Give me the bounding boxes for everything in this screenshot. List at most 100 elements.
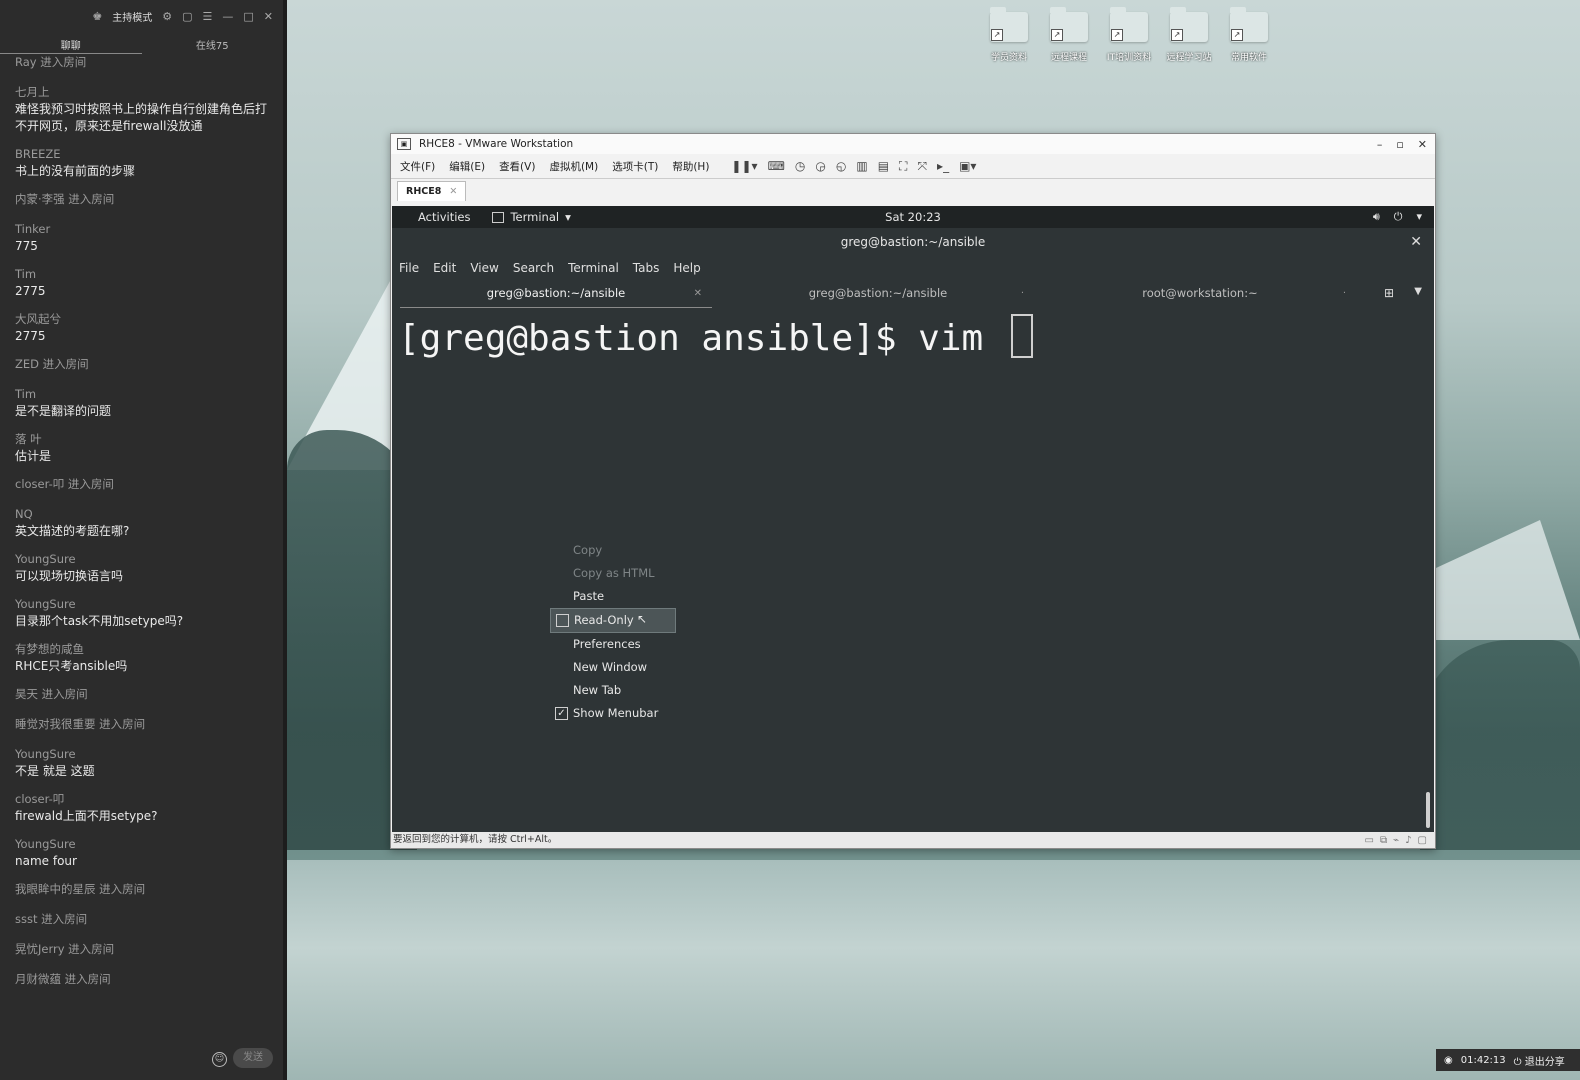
- menu-icon[interactable]: ☰: [203, 10, 213, 23]
- desktop-shortcut-label: 远程学习站: [1166, 53, 1212, 63]
- app-menu[interactable]: Terminal ▾: [492, 210, 571, 224]
- terminal-menu-edit[interactable]: Edit: [433, 261, 456, 275]
- chat-username[interactable]: Tim: [15, 266, 268, 283]
- pause-icon[interactable]: ❚❚▾: [731, 159, 757, 174]
- exit-share-label: 退出分享: [1524, 1056, 1565, 1068]
- close-icon[interactable]: ·: [1343, 280, 1346, 307]
- chat-username[interactable]: closer-叩: [15, 791, 268, 808]
- library-icon[interactable]: ▥: [856, 159, 867, 174]
- chat-message: 七月上 难怪我预习时按照书上的操作自行创建角色后打不开网页，原来还是firewal…: [15, 84, 268, 135]
- desktop-shortcut[interactable]: ↗ 远程学习站: [1166, 7, 1212, 63]
- terminal-menu-tabs[interactable]: Tabs: [633, 261, 660, 275]
- menu-file[interactable]: 文件(F): [400, 159, 435, 174]
- terminal-tab[interactable]: greg@bastion:~/ansible ·: [722, 280, 1034, 307]
- maximize-icon[interactable]: ▫: [1396, 138, 1403, 151]
- snapshot-manager-icon[interactable]: ◵: [836, 159, 846, 174]
- terminal-menu-help[interactable]: Help: [673, 261, 700, 275]
- hard-disk-icon[interactable]: ▭: [1365, 833, 1374, 849]
- desktop-shortcut[interactable]: ↗ 常用软件: [1227, 7, 1271, 63]
- close-icon[interactable]: ✕: [1410, 228, 1422, 256]
- context-new-window[interactable]: New Window: [550, 656, 676, 679]
- chat-username[interactable]: 七月上: [15, 84, 268, 101]
- terminal-menu-search[interactable]: Search: [513, 261, 554, 275]
- chat-text: 不是 就是 这题: [15, 764, 95, 778]
- sound-icon[interactable]: ♪: [1405, 833, 1411, 849]
- context-copy[interactable]: Copy: [550, 539, 676, 562]
- desktop-shortcut[interactable]: ↗ 学员资料: [987, 7, 1031, 63]
- context-preferences[interactable]: Preferences: [550, 633, 676, 656]
- close-icon[interactable]: ✕: [264, 10, 273, 23]
- snapshot-icon[interactable]: ◷: [795, 159, 805, 174]
- chat-username[interactable]: NQ: [15, 506, 268, 523]
- chat-username[interactable]: YoungSure: [15, 746, 268, 763]
- vm-tab[interactable]: RHCE8 ✕: [397, 181, 467, 201]
- menu-help[interactable]: 帮助(H): [672, 159, 709, 174]
- system-menu[interactable]: 🔊︎ ⏻ ▾: [1373, 210, 1434, 224]
- exit-share-button[interactable]: ⏻ 退出分享: [1514, 1053, 1565, 1068]
- terminal-menu-view[interactable]: View: [470, 261, 498, 275]
- folder-icon: ↗: [990, 7, 1028, 42]
- usb-icon[interactable]: ⌁: [1393, 833, 1399, 849]
- terminal-output[interactable]: [greg@bastion ansible]$ vim: [398, 314, 1033, 359]
- context-read-only[interactable]: Read-Only ↖: [550, 608, 676, 633]
- chat-username[interactable]: 落 叶: [15, 431, 268, 448]
- fullscreen-icon[interactable]: ⛶: [899, 159, 907, 174]
- terminal-tab[interactable]: root@workstation:~ ·: [1044, 280, 1356, 307]
- system-message: 月财微蕴 进入房间: [15, 972, 111, 986]
- terminal-menu-file[interactable]: File: [399, 261, 419, 275]
- send-button[interactable]: 发送: [233, 1048, 273, 1068]
- network-icon[interactable]: ⧉: [1380, 833, 1387, 849]
- display-icon[interactable]: ▢: [1418, 833, 1427, 849]
- chat-username[interactable]: Tinker: [15, 221, 268, 238]
- menu-view[interactable]: 查看(V): [499, 159, 535, 174]
- host-mode-label[interactable]: 主持模式: [112, 9, 152, 24]
- emoji-icon[interactable]: ☺: [212, 1052, 227, 1067]
- chat-username[interactable]: YoungSure: [15, 551, 268, 568]
- context-paste[interactable]: Paste: [550, 585, 676, 608]
- chat-username[interactable]: YoungSure: [15, 836, 268, 853]
- menu-vm[interactable]: 虚拟机(M): [549, 159, 598, 174]
- vmware-tabbar: RHCE8 ✕: [391, 178, 1435, 201]
- menu-tabs[interactable]: 选项卡(T): [612, 159, 658, 174]
- scrollbar[interactable]: [1426, 792, 1430, 828]
- context-new-tab[interactable]: New Tab: [550, 679, 676, 702]
- tab-chat[interactable]: 聊聊: [0, 32, 142, 54]
- chevron-down-icon[interactable]: ▼: [1414, 286, 1422, 297]
- close-icon[interactable]: ·: [1021, 280, 1024, 307]
- settings-icon[interactable]: ⚙: [162, 10, 172, 23]
- layout-icon[interactable]: ▢: [182, 10, 192, 23]
- desktop-shortcut[interactable]: ↗ IT培训资料: [1106, 7, 1152, 63]
- terminal-icon[interactable]: ▸_: [937, 159, 949, 174]
- chat-panel: ♚ 主持模式 ⚙ ▢ ☰ — □ ✕ 聊聊 在线75 Ray 进入房间 七月上 难怪…: [0, 0, 287, 1080]
- chat-username[interactable]: Tim: [15, 386, 268, 403]
- close-icon[interactable]: ✕: [449, 186, 457, 197]
- chat-username[interactable]: 有梦想的咸鱼: [15, 641, 268, 658]
- terminal-tab[interactable]: greg@bastion:~/ansible ✕: [400, 280, 712, 308]
- context-show-menubar[interactable]: ✓ Show Menubar: [550, 702, 676, 725]
- terminal-menu-terminal[interactable]: Terminal: [568, 261, 619, 275]
- close-icon[interactable]: ✕: [1418, 138, 1427, 151]
- desktop-shortcut-label: IT培训资料: [1106, 53, 1152, 63]
- folder-icon: ↗: [1170, 7, 1208, 42]
- recording-icon: ◉: [1444, 1054, 1453, 1066]
- tab-online[interactable]: 在线75: [142, 32, 284, 54]
- unity-icon[interactable]: ⤧: [917, 159, 927, 174]
- revert-snapshot-icon[interactable]: ◶: [815, 159, 825, 174]
- new-tab-icon[interactable]: ⊞: [1384, 286, 1394, 300]
- maximize-icon[interactable]: □: [243, 10, 253, 23]
- guest-screen[interactable]: Activities Terminal ▾ Sat 20:23 🔊︎ ⏻ ▾ g…: [392, 206, 1434, 832]
- console-view-icon[interactable]: ▤: [878, 159, 889, 174]
- chat-username[interactable]: BREEZE: [15, 146, 268, 163]
- close-icon[interactable]: ✕: [694, 280, 702, 307]
- send-keys-icon[interactable]: ⌨: [768, 159, 785, 174]
- minimize-icon[interactable]: —: [222, 10, 233, 23]
- menu-edit[interactable]: 编辑(E): [449, 159, 485, 174]
- activities-button[interactable]: Activities: [418, 210, 470, 224]
- stretch-view-icon[interactable]: ▣▾: [959, 159, 976, 174]
- chat-message: YoungSure name four: [15, 836, 268, 870]
- minimize-icon[interactable]: –: [1377, 138, 1383, 151]
- context-copy-as-html[interactable]: Copy as HTML: [550, 562, 676, 585]
- chat-username[interactable]: 大风起兮: [15, 311, 268, 328]
- desktop-shortcut[interactable]: ↗ 远程课程: [1047, 7, 1091, 63]
- chat-username[interactable]: YoungSure: [15, 596, 268, 613]
